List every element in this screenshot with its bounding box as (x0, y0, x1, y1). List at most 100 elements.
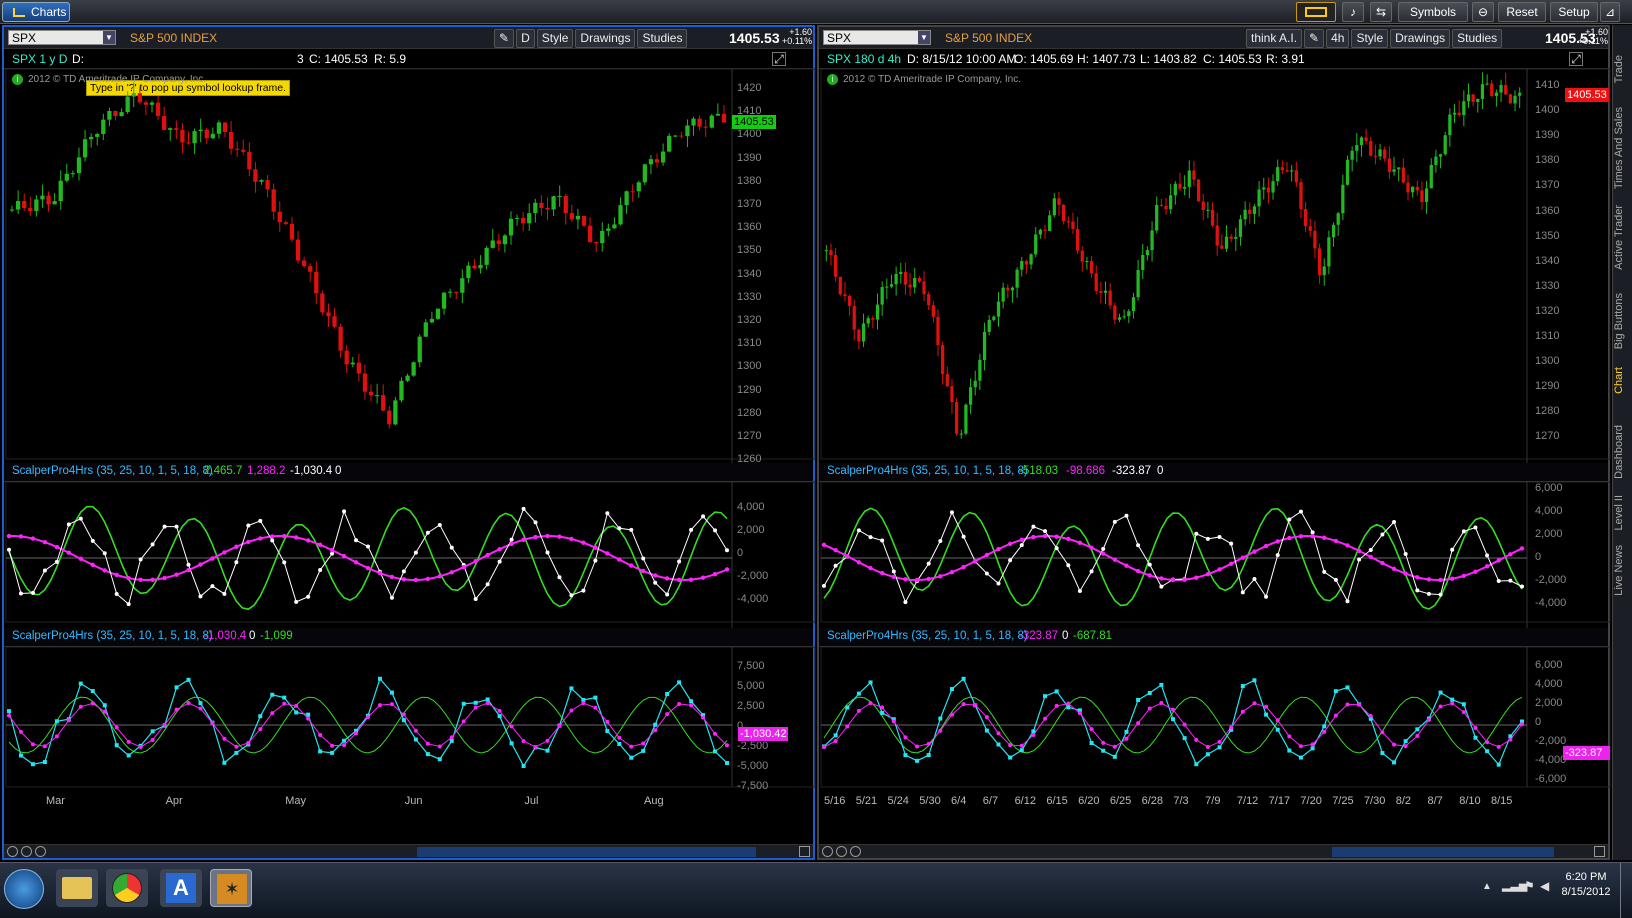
candle-body (917, 277, 922, 282)
study1-white-dot (1077, 588, 1082, 593)
left-scroll-bar[interactable] (4, 844, 813, 858)
left-scroll-thumb[interactable] (417, 847, 756, 857)
flag-icon[interactable]: ⚑ (1524, 879, 1535, 893)
study1-white-dot (30, 590, 35, 595)
candle-body (1518, 92, 1522, 96)
pin-button[interactable]: ⊿ (1600, 2, 1620, 22)
candle-body (362, 373, 368, 392)
right-chart-canvas[interactable] (819, 27, 1612, 862)
zoom-out-icon[interactable] (35, 846, 46, 857)
candle-body (908, 284, 912, 288)
right-scroll-thumb[interactable] (1332, 847, 1554, 857)
candle-body (28, 208, 33, 211)
left-chart-canvas[interactable] (4, 27, 817, 862)
study2-magenta-dot (713, 731, 718, 736)
study1-white-dot (150, 542, 155, 547)
study2-magenta-dot (366, 715, 370, 720)
right-study1-v1: -518.03 (1019, 465, 1059, 477)
setup-button[interactable]: Setup (1550, 2, 1598, 22)
thinkorswim-taskbar-icon[interactable]: ✶ (210, 869, 252, 907)
study2-magenta-dot (18, 729, 23, 734)
explorer-taskbar-icon[interactable] (56, 869, 98, 907)
link-button[interactable]: ⇆ (1370, 2, 1392, 22)
x-axis-label: 8/15 (1491, 795, 1513, 807)
sidebar-tab-level-ii[interactable]: Level II (1613, 495, 1632, 530)
volume-icon[interactable]: ◀ (1540, 879, 1549, 893)
sidebar-tab-live-news[interactable]: Live News (1613, 545, 1632, 596)
study2-magenta-dot (1112, 744, 1117, 749)
zoom-icon[interactable] (7, 846, 18, 857)
axis-tick-label: 0 (1535, 716, 1542, 728)
study2-magenta-dot (1252, 701, 1257, 706)
study2-magenta-dot (845, 724, 850, 729)
study2-magenta-dot (354, 731, 359, 736)
sidebar-tab-trade[interactable]: Trade (1613, 55, 1632, 83)
study1-magenta-dot (1473, 569, 1478, 574)
study1-magenta-dot (78, 556, 84, 562)
study2-cyan-dot (330, 750, 335, 755)
study1-white-dot (1031, 524, 1036, 529)
study2-magenta-dot (30, 742, 35, 747)
study1-magenta-dot (377, 570, 383, 576)
expand-icon[interactable] (799, 846, 810, 857)
expand-icon[interactable] (1594, 846, 1605, 857)
start-button[interactable] (4, 869, 44, 909)
grid-icon (1305, 7, 1327, 17)
sidebar-tab-dashboard[interactable]: Dashboard (1613, 425, 1632, 479)
candle-body (1183, 186, 1187, 189)
candle-body (338, 326, 343, 351)
sidebar-tab-big-buttons[interactable]: Big Buttons (1613, 293, 1632, 349)
ameritrade-taskbar-icon[interactable]: A (160, 869, 202, 907)
layout-grid-button[interactable] (1296, 2, 1336, 22)
study2-magenta-dot (1089, 727, 1094, 732)
candle-body (575, 215, 581, 220)
study1-white-dot (903, 600, 908, 605)
sidebar-tab-active-trader[interactable]: Active Trader (1613, 205, 1632, 270)
axis-tick-label: 4,000 (1535, 678, 1563, 690)
study1-white-dot (1287, 517, 1292, 522)
zoom-out-icon[interactable] (850, 846, 861, 857)
candle-body (1127, 311, 1131, 317)
study2-magenta-dot (473, 705, 478, 710)
study1-white-dot (7, 547, 11, 552)
study1-magenta-dot (473, 559, 478, 564)
reset-button[interactable]: Reset (1498, 2, 1546, 22)
sidebar-tab-chart[interactable]: Chart (1613, 367, 1632, 394)
study1-white-dot (822, 583, 826, 588)
axis-tick-label: 1290 (737, 383, 762, 396)
chrome-taskbar-icon[interactable] (106, 869, 148, 907)
study2-cyan-dot (425, 752, 430, 757)
study1-magenta-dot (1461, 573, 1467, 579)
study1-white-dot (1159, 584, 1164, 589)
symbols-button[interactable]: Symbols (1398, 2, 1468, 22)
pan-icon[interactable] (21, 846, 32, 857)
study2-magenta-dot (306, 716, 311, 721)
lock-icon: ⊖ (1477, 5, 1489, 19)
study1-magenta-dot (1135, 568, 1141, 574)
pan-icon[interactable] (836, 846, 847, 857)
candle-body (125, 96, 130, 113)
candle-body (1210, 209, 1215, 226)
sidebar-tab-times-and-sales[interactable]: Times And Sales (1613, 107, 1632, 189)
study2-magenta-dot (1240, 709, 1245, 714)
study2-cyan-dot (413, 737, 418, 742)
candle-body (320, 293, 325, 313)
zoom-icon[interactable] (822, 846, 833, 857)
lock-button[interactable]: ⊖ (1472, 2, 1494, 22)
alert-bell-button[interactable]: ♪ (1342, 2, 1364, 22)
tray-expand-icon[interactable]: ▲ (1482, 881, 1492, 892)
study1-magenta-dot (1147, 573, 1152, 578)
study1-white-dot (162, 524, 167, 529)
show-desktop-button[interactable] (1620, 863, 1632, 918)
axis-tick-label: 1330 (737, 290, 762, 303)
charts-tab[interactable]: Charts (2, 2, 70, 22)
study2-cyan-dot (174, 685, 179, 690)
x-axis-label: Jun (404, 795, 423, 807)
right-scroll-bar[interactable] (819, 844, 1608, 858)
clock[interactable]: 6:20 PM 8/15/2012 (1560, 871, 1612, 898)
study2-cyan-dot (234, 750, 239, 755)
candle-body (697, 118, 702, 127)
study2-magenta-dot (973, 703, 978, 708)
candle-body (1336, 213, 1340, 225)
study1-white-dot (521, 506, 526, 511)
